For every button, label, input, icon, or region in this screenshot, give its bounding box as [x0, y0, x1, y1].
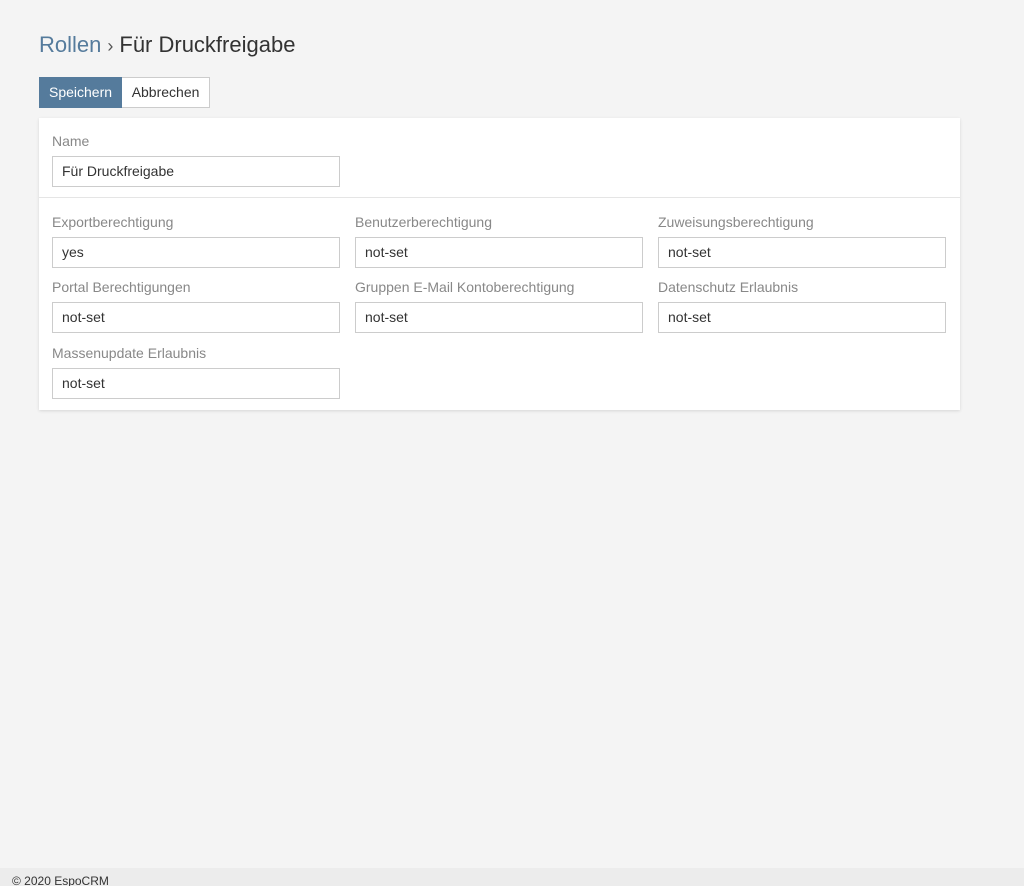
field-mass-update: Massenupdate Erlaubnis not-set — [52, 344, 340, 399]
breadcrumb-separator: › — [107, 36, 114, 56]
copyright-text: © 2020 EspoCRM — [12, 874, 109, 886]
field-assignment-label: Zuweisungsberechtigung — [658, 214, 814, 230]
name-section: Name Für Druckfreigabe — [39, 118, 960, 198]
save-button[interactable]: Speichern — [39, 77, 123, 108]
page-header: Rollen › Für Druckfreigabe — [39, 30, 295, 61]
field-group-email: Gruppen E-Mail Kontoberechtigung not-set — [355, 278, 643, 333]
breadcrumb-link-roles[interactable]: Rollen — [39, 32, 101, 57]
name-input[interactable]: Für Druckfreigabe — [52, 156, 340, 187]
field-privacy: Datenschutz Erlaubnis not-set — [658, 278, 946, 333]
cancel-button[interactable]: Abbrechen — [122, 77, 211, 108]
privacy-permission-select[interactable]: not-set — [658, 302, 946, 333]
field-assignment: Zuweisungsberechtigung not-set — [658, 213, 946, 268]
field-portal-label: Portal Berechtigungen — [52, 279, 191, 295]
mass-update-permission-select[interactable]: not-set — [52, 368, 340, 399]
portal-permission-select[interactable]: not-set — [52, 302, 340, 333]
action-buttons: Speichern Abbrechen — [39, 77, 211, 108]
record-panel: Name Für Druckfreigabe Exportberechtigun… — [39, 118, 960, 410]
assignment-permission-select[interactable]: not-set — [658, 237, 946, 268]
field-user: Benutzerberechtigung not-set — [355, 213, 643, 268]
field-group-email-label: Gruppen E-Mail Kontoberechtigung — [355, 279, 575, 295]
page-title: Für Druckfreigabe — [119, 32, 296, 57]
field-name-label: Name — [52, 133, 90, 149]
field-user-label: Benutzerberechtigung — [355, 214, 492, 230]
field-portal: Portal Berechtigungen not-set — [52, 278, 340, 333]
group-email-permission-select[interactable]: not-set — [355, 302, 643, 333]
field-export: Exportberechtigung yes — [52, 213, 340, 268]
field-export-label: Exportberechtigung — [52, 214, 174, 230]
page: Rollen › Für Druckfreigabe Speichern Abbre… — [0, 0, 1024, 886]
export-permission-select[interactable]: yes — [52, 237, 340, 268]
user-permission-select[interactable]: not-set — [355, 237, 643, 268]
footer: © 2020 EspoCRM — [0, 868, 1024, 886]
field-name: Name Für Druckfreigabe — [52, 132, 340, 187]
field-privacy-label: Datenschutz Erlaubnis — [658, 279, 799, 295]
field-mass-update-label: Massenupdate Erlaubnis — [52, 345, 207, 361]
